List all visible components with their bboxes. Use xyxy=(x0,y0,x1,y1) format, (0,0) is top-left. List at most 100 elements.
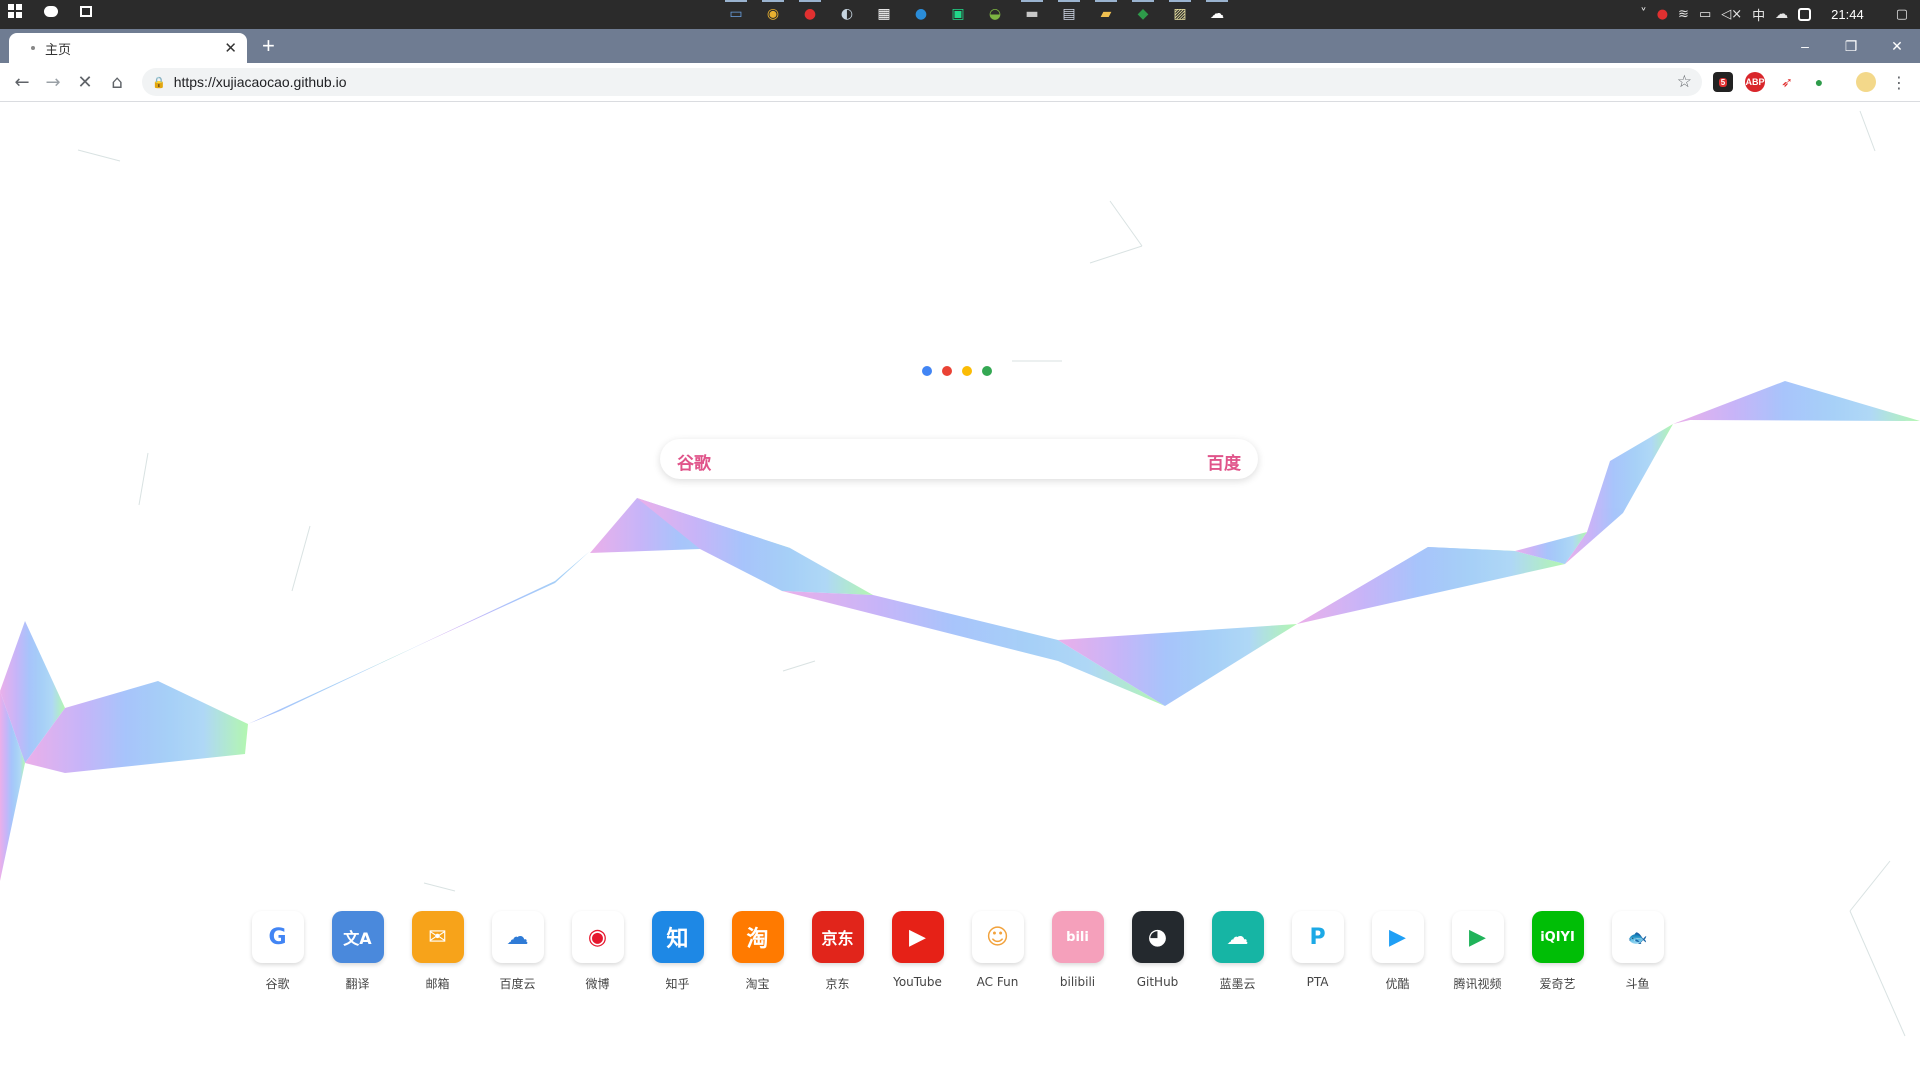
loader-dot-blue xyxy=(922,366,932,376)
taskbar-apps: ▭ ◉ ● ◐ ▦ ● ▣ ◒ ▬ ▤ ▰ ◆ ▨ ☁ xyxy=(722,0,1231,25)
cortana-icon[interactable] xyxy=(44,5,58,17)
pycharm-icon[interactable]: ▣ xyxy=(944,3,972,25)
stop-loading-icon[interactable]: ✕ xyxy=(72,69,98,95)
site-icon[interactable]: ✉ xyxy=(411,911,464,963)
site-icon[interactable]: iQIYI xyxy=(1531,911,1584,963)
site-shortcut[interactable]: iQIYI 爱奇艺 xyxy=(1528,911,1587,992)
close-tab-icon[interactable]: ✕ xyxy=(224,39,237,57)
adblock-plus-label: ABP xyxy=(1745,77,1765,87)
file-explorer-icon[interactable]: ▰ xyxy=(1092,0,1120,25)
site-label: 谷歌 xyxy=(265,977,290,991)
volume-muted-icon[interactable]: ◁× xyxy=(1721,7,1742,22)
netease-music-icon[interactable]: ● xyxy=(796,0,824,25)
site-icon[interactable]: ▶ xyxy=(1371,911,1424,963)
profile-avatar[interactable] xyxy=(1856,72,1876,92)
site-shortcut[interactable]: ◉ 微博 xyxy=(568,911,627,992)
baidu-search-button[interactable]: 百度 xyxy=(1207,449,1241,474)
loader-dot-red xyxy=(942,366,952,376)
android-icon[interactable]: ◒ xyxy=(981,3,1009,25)
site-shortcut[interactable]: P PTA xyxy=(1288,911,1347,992)
site-shortcut[interactable]: G 谷歌 xyxy=(248,911,307,992)
site-icon[interactable]: ☺ xyxy=(971,911,1024,963)
new-tab-icon[interactable]: + xyxy=(262,33,275,59)
action-center-icon[interactable]: ▢ xyxy=(1896,7,1908,22)
site-shortcut[interactable]: 🐟 斗鱼 xyxy=(1608,911,1667,992)
home-icon[interactable]: ⌂ xyxy=(104,69,130,95)
netease-tray-icon[interactable]: ● xyxy=(1657,7,1668,22)
site-shortcut[interactable]: 京东 京东 xyxy=(808,911,867,992)
wifi-icon[interactable]: ≋ xyxy=(1678,7,1689,22)
chrome-icon[interactable]: ◉ xyxy=(759,0,787,25)
bookmark-star-icon[interactable]: ☆ xyxy=(1677,72,1692,92)
site-icon[interactable]: 淘 xyxy=(731,911,784,963)
ime-indicator[interactable]: 中 xyxy=(1752,5,1765,24)
site-icon[interactable]: ▶ xyxy=(1451,911,1504,963)
menu-dots-icon[interactable]: ⋮ xyxy=(1886,69,1912,95)
site-icon[interactable]: 京东 xyxy=(811,911,864,963)
steam-icon[interactable]: ◐ xyxy=(833,3,861,25)
task-view-icon[interactable] xyxy=(80,5,92,17)
site-shortcut[interactable]: ☁ 蓝墨云 xyxy=(1208,911,1267,992)
forward-icon[interactable]: → xyxy=(40,69,66,95)
site-label: 蓝墨云 xyxy=(1219,977,1256,991)
adblock-plus-icon[interactable]: ABP xyxy=(1745,72,1765,92)
site-icon[interactable]: 🐟 xyxy=(1611,911,1664,963)
site-shortcut[interactable]: 知知乎 xyxy=(648,911,707,992)
site-shortcut[interactable]: ◕ GitHub xyxy=(1128,911,1187,992)
site-shortcut[interactable]: ✉ 邮箱 xyxy=(408,911,467,992)
site-shortcut[interactable]: ▶ 腾讯视频 xyxy=(1448,911,1507,992)
site-icon[interactable]: ▶ xyxy=(891,911,944,963)
site-label: 腾讯视频 xyxy=(1453,977,1502,991)
site-icon[interactable]: ◕ xyxy=(1131,911,1184,963)
site-shortcut[interactable]: 淘淘宝 xyxy=(728,911,787,992)
cloud-app-icon[interactable]: ☁ xyxy=(1203,0,1231,25)
pin-extension-icon[interactable]: ➶ xyxy=(1777,72,1797,92)
close-window-icon[interactable]: ✕ xyxy=(1874,29,1920,63)
browser-tab[interactable]: 主页 ✕ xyxy=(9,33,247,63)
site-shortcut[interactable]: ☺ AC Fun xyxy=(968,911,1027,992)
site-icon[interactable]: P xyxy=(1291,911,1344,963)
battery-icon[interactable]: ▭ xyxy=(1699,7,1711,22)
site-icon[interactable]: bili xyxy=(1051,911,1104,963)
site-label: 翻译 xyxy=(345,977,370,991)
site-icon[interactable]: 文A xyxy=(331,911,384,963)
site-shortcuts: G 谷歌 文A 翻译 ✉ 邮箱 ☁ 百度云 ◉ 微博知知乎淘淘宝 京东 京东 ▶ YouTube ☺ AC F… xyxy=(248,911,1667,992)
site-shortcut[interactable]: 文A 翻译 xyxy=(328,911,387,992)
url-text[interactable]: https://xujiacaocao.github.io xyxy=(174,74,347,90)
green-app-icon[interactable]: ◆ xyxy=(1129,0,1157,25)
site-icon[interactable]: ◉ xyxy=(571,911,624,963)
lock-icon[interactable]: 🔒 xyxy=(152,76,166,89)
site-shortcut[interactable]: ▶ 优酷 xyxy=(1368,911,1427,992)
search-input[interactable] xyxy=(740,445,1174,475)
minimize-icon[interactable]: – xyxy=(1782,29,1828,63)
site-icon[interactable]: ☁ xyxy=(1211,911,1264,963)
site-label: AC Fun xyxy=(976,975,1019,989)
site-shortcut[interactable]: bili bilibili xyxy=(1048,911,1107,992)
app-tray-icon[interactable] xyxy=(1798,8,1812,21)
windows-taskbar: ▭ ◉ ● ◐ ▦ ● ▣ ◒ ▬ ▤ ▰ ◆ ▨ ☁ ˅ ● ≋ ▭ ◁× 中 ☁ 21:44 ▢ xyxy=(0,0,1920,29)
loading-dots xyxy=(922,366,992,376)
site-icon[interactable]: ☁ xyxy=(491,911,544,963)
tab-title: 主页 xyxy=(45,41,72,57)
site-shortcut[interactable]: ☁ 百度云 xyxy=(488,911,547,992)
maxthon-icon[interactable]: ● xyxy=(907,3,935,25)
site-icon[interactable]: 知 xyxy=(651,911,704,963)
monitor-icon[interactable]: ▭ xyxy=(722,0,750,25)
onedrive-icon[interactable]: ☁ xyxy=(1775,7,1788,22)
extension-badge-icon[interactable]: 5 xyxy=(1713,72,1733,92)
taskbar-clock[interactable]: 21:44 xyxy=(1831,7,1864,22)
globe-extension-icon[interactable]: ● xyxy=(1809,72,1829,92)
terminal-icon[interactable]: ▬ xyxy=(1018,0,1046,25)
calculator-icon[interactable]: ▦ xyxy=(870,3,898,25)
notepad-icon[interactable]: ▨ xyxy=(1166,0,1194,25)
google-search-button[interactable]: 谷歌 xyxy=(677,449,711,474)
restore-icon[interactable]: ❐ xyxy=(1828,29,1874,63)
windows-start-icon[interactable] xyxy=(8,4,22,18)
remote-desktop-icon[interactable]: ▤ xyxy=(1055,0,1083,25)
address-bar[interactable]: 🔒 https://xujiacaocao.github.io ☆ xyxy=(142,68,1702,96)
site-shortcut[interactable]: ▶ YouTube xyxy=(888,911,947,992)
chevron-up-icon[interactable]: ˅ xyxy=(1640,7,1647,22)
site-icon[interactable]: G xyxy=(251,911,304,963)
site-label: 知乎 xyxy=(665,977,690,991)
back-icon[interactable]: ← xyxy=(9,69,35,95)
